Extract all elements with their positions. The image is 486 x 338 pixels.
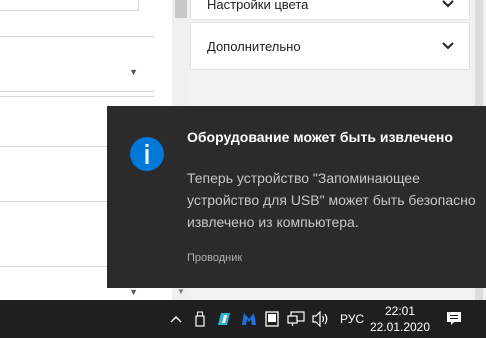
scrollbar-thumb[interactable] — [175, 0, 187, 18]
malwarebytes-icon[interactable] — [238, 300, 260, 338]
volume-icon[interactable] — [310, 300, 332, 338]
taskbar: РУС 22:01 22.01.2020 — [0, 300, 486, 338]
action-center-icon[interactable] — [440, 300, 468, 338]
dropdown-arrow-icon[interactable]: ▼ — [129, 67, 138, 77]
clock-time: 22:01 — [384, 304, 416, 318]
item-label: Настройки цвета — [207, 0, 309, 12]
clock-date: 22.01.2020 — [369, 320, 431, 334]
dropdown-row[interactable]: ▼ — [0, 36, 154, 92]
language-indicator[interactable]: РУС — [340, 300, 364, 338]
chevron-down-icon — [442, 42, 454, 50]
input-box[interactable] — [0, 0, 139, 11]
usb-drive-icon[interactable] — [190, 300, 210, 338]
advanced-item[interactable]: Дополнительно — [190, 22, 470, 70]
item-label: Дополнительно — [207, 39, 301, 54]
chevron-down-icon — [442, 0, 454, 8]
color-settings-item[interactable]: Настройки цвета — [190, 0, 470, 20]
dropdown-arrow-icon[interactable]: ▼ — [129, 287, 138, 297]
network-icon[interactable] — [286, 300, 306, 338]
notification-toast[interactable]: Оборудование может быть извлечено Теперь… — [107, 106, 486, 288]
toast-title: Оборудование может быть извлечено — [187, 129, 453, 145]
chevron-up-icon[interactable] — [166, 300, 186, 338]
app-icon[interactable] — [214, 300, 234, 338]
clock[interactable]: 22:01 22.01.2020 — [368, 303, 432, 335]
toast-body: Теперь устройство "Запоминающее устройст… — [187, 170, 476, 230]
toast-source: Проводник — [187, 252, 243, 264]
info-icon — [130, 137, 164, 171]
scroll-down-icon[interactable]: ▼ — [177, 287, 185, 296]
tablet-icon[interactable] — [262, 300, 282, 338]
